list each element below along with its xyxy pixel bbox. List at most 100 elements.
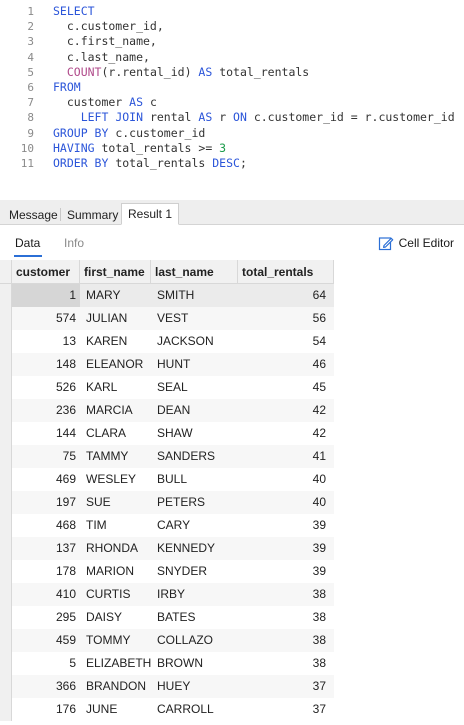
cell-first-name[interactable]: WESLEY [86, 468, 151, 491]
row-marker[interactable] [0, 376, 12, 399]
row-marker[interactable] [0, 399, 12, 422]
cell-last-name[interactable]: HUNT [157, 353, 238, 376]
cell-last-name[interactable]: JACKSON [157, 330, 238, 353]
cell-customer[interactable]: 148 [12, 353, 76, 376]
cell-first-name[interactable]: TAMMY [86, 445, 151, 468]
tab-info[interactable]: Info [64, 236, 84, 250]
cell-total-rentals[interactable]: 45 [238, 376, 326, 399]
cell-first-name[interactable]: ELIZABETH [86, 652, 151, 675]
sql-editor[interactable]: 1 SELECT 2 c.customer_id, 3 c.first_name, 4 … [0, 0, 464, 197]
column-header-first-name[interactable]: first_name [80, 260, 151, 284]
row-marker[interactable] [0, 307, 12, 330]
cell-first-name[interactable]: CURTIS [86, 583, 151, 606]
table-row[interactable]: 236 MARCIA DEAN 42 [0, 399, 334, 422]
row-marker[interactable] [0, 652, 12, 675]
table-row[interactable]: 295 DAISY BATES 38 [0, 606, 334, 629]
cell-first-name[interactable]: SUE [86, 491, 151, 514]
cell-customer[interactable]: 410 [12, 583, 76, 606]
cell-last-name[interactable]: COLLAZO [157, 629, 238, 652]
tab-message[interactable]: Message [2, 204, 65, 225]
cell-total-rentals[interactable]: 42 [238, 399, 326, 422]
table-row[interactable]: 469 WESLEY BULL 40 [0, 468, 334, 491]
cell-editor-button[interactable]: Cell Editor [378, 234, 454, 252]
row-marker[interactable] [0, 491, 12, 514]
table-row[interactable]: 137 RHONDA KENNEDY 39 [0, 537, 334, 560]
cell-customer[interactable]: 526 [12, 376, 76, 399]
cell-total-rentals[interactable]: 38 [238, 606, 326, 629]
cell-total-rentals[interactable]: 40 [238, 468, 326, 491]
cell-customer[interactable]: 236 [12, 399, 76, 422]
cell-total-rentals[interactable]: 38 [238, 583, 326, 606]
cell-customer[interactable]: 144 [12, 422, 76, 445]
row-marker[interactable] [0, 629, 12, 652]
column-header-total-rentals[interactable]: total_rentals [238, 260, 334, 284]
cell-last-name[interactable]: SEAL [157, 376, 238, 399]
cell-customer[interactable]: 137 [12, 537, 76, 560]
table-row[interactable]: 366 BRANDON HUEY 37 [0, 675, 334, 698]
cell-last-name[interactable]: PETERS [157, 491, 238, 514]
tab-result-1[interactable]: Result 1 [121, 203, 180, 225]
cell-first-name[interactable]: CLARA [86, 422, 151, 445]
cell-customer[interactable]: 459 [12, 629, 76, 652]
table-row[interactable]: 144 CLARA SHAW 42 [0, 422, 334, 445]
cell-last-name[interactable]: SMITH [157, 284, 238, 307]
cell-customer[interactable]: 75 [12, 445, 76, 468]
row-marker[interactable] [0, 422, 12, 445]
cell-customer[interactable]: 178 [12, 560, 76, 583]
row-marker[interactable] [0, 330, 12, 353]
cell-total-rentals[interactable]: 42 [238, 422, 326, 445]
cell-customer[interactable]: 468 [12, 514, 76, 537]
cell-first-name[interactable]: JULIAN [86, 307, 151, 330]
result-grid[interactable]: customer first_name last_name total_rent… [0, 260, 464, 725]
table-row[interactable]: 526 KARL SEAL 45 [0, 376, 334, 399]
cell-customer[interactable]: 176 [12, 698, 76, 721]
cell-total-rentals[interactable]: 46 [238, 353, 326, 376]
cell-customer[interactable]: 13 [12, 330, 76, 353]
cell-customer[interactable]: 366 [12, 675, 76, 698]
cell-last-name[interactable]: SANDERS [157, 445, 238, 468]
cell-last-name[interactable]: VEST [157, 307, 238, 330]
row-marker[interactable] [0, 675, 12, 698]
row-marker[interactable] [0, 284, 12, 307]
column-header-last-name[interactable]: last_name [151, 260, 238, 284]
cell-last-name[interactable]: CARROLL [157, 698, 238, 721]
cell-first-name[interactable]: KAREN [86, 330, 151, 353]
table-row[interactable]: 574 JULIAN VEST 56 [0, 307, 334, 330]
row-marker[interactable] [0, 560, 12, 583]
cell-first-name[interactable]: MARCIA [86, 399, 151, 422]
row-marker[interactable] [0, 583, 12, 606]
table-row[interactable]: 176 JUNE CARROLL 37 [0, 698, 334, 721]
cell-total-rentals[interactable]: 54 [238, 330, 326, 353]
tab-summary[interactable]: Summary [60, 204, 125, 225]
cell-total-rentals[interactable]: 41 [238, 445, 326, 468]
table-row[interactable]: 197 SUE PETERS 40 [0, 491, 334, 514]
row-marker[interactable] [0, 353, 12, 376]
cell-first-name[interactable]: ELEANOR [86, 353, 151, 376]
cell-total-rentals[interactable]: 38 [238, 652, 326, 675]
cell-total-rentals[interactable]: 39 [238, 537, 326, 560]
row-marker[interactable] [0, 537, 12, 560]
cell-total-rentals[interactable]: 39 [238, 560, 326, 583]
cell-customer[interactable]: 574 [12, 307, 76, 330]
table-row[interactable]: 75 TAMMY SANDERS 41 [0, 445, 334, 468]
cell-total-rentals[interactable]: 38 [238, 629, 326, 652]
cell-first-name[interactable]: RHONDA [86, 537, 151, 560]
cell-last-name[interactable]: BULL [157, 468, 238, 491]
row-marker[interactable] [0, 514, 12, 537]
row-marker[interactable] [0, 606, 12, 629]
cell-last-name[interactable]: KENNEDY [157, 537, 238, 560]
row-marker[interactable] [0, 698, 12, 721]
cell-first-name[interactable]: BRANDON [86, 675, 151, 698]
cell-total-rentals[interactable]: 37 [238, 675, 326, 698]
table-row[interactable]: 459 TOMMY COLLAZO 38 [0, 629, 334, 652]
cell-first-name[interactable]: DAISY [86, 606, 151, 629]
cell-last-name[interactable]: SHAW [157, 422, 238, 445]
cell-first-name[interactable]: MARION [86, 560, 151, 583]
cell-last-name[interactable]: DEAN [157, 399, 238, 422]
tab-data[interactable]: Data [15, 236, 40, 250]
cell-customer[interactable]: 197 [12, 491, 76, 514]
cell-last-name[interactable]: IRBY [157, 583, 238, 606]
table-row[interactable]: 13 KAREN JACKSON 54 [0, 330, 334, 353]
table-row[interactable]: 410 CURTIS IRBY 38 [0, 583, 334, 606]
cell-customer[interactable]: 295 [12, 606, 76, 629]
